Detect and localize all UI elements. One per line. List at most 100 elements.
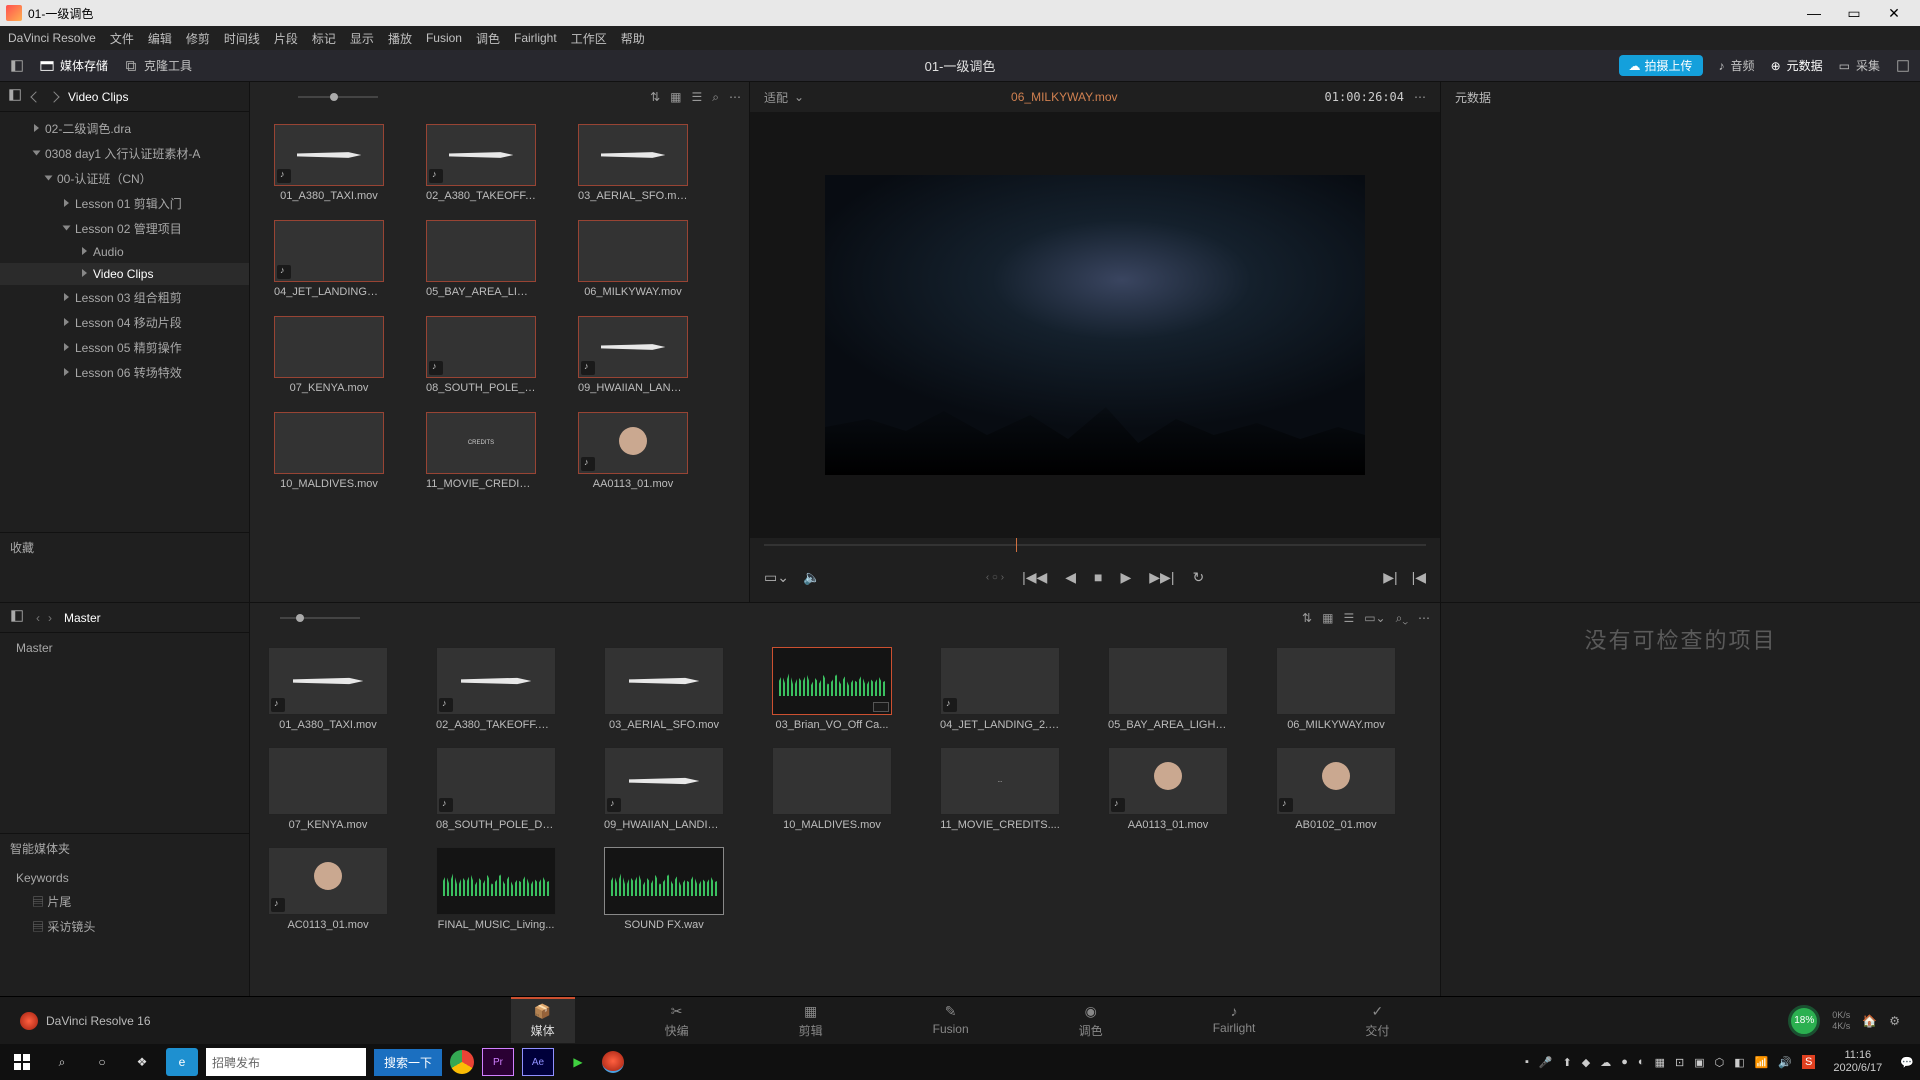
menu-帮助[interactable]: 帮助 <box>621 30 645 47</box>
fit-label[interactable]: 适配 <box>764 89 788 106</box>
play-button[interactable]: ▶ <box>1121 569 1132 586</box>
source-clip[interactable]: 07_KENYA.mov <box>274 316 384 394</box>
prev-frame-button[interactable]: ◀ <box>1065 569 1076 586</box>
master-clip[interactable]: 04_JET_LANDING_2.m... <box>940 647 1060 731</box>
forward-icon[interactable] <box>48 91 59 102</box>
clone-tool-button[interactable]: 克隆工具 <box>124 57 192 74</box>
folder-tree[interactable]: 02-二级调色.dra0308 day1 入行认证班素材-A00-认证班（CN）… <box>0 112 249 532</box>
tray-icon[interactable]: ▪ <box>1525 1056 1529 1068</box>
stop-button[interactable]: ■ <box>1094 569 1102 585</box>
tray-icon[interactable]: 🎤 <box>1539 1056 1553 1069</box>
play-icon[interactable]: ▶ <box>562 1048 594 1076</box>
tray-icon[interactable]: ▦ <box>1655 1056 1665 1069</box>
master-clip[interactable]: 10_MALDIVES.mov <box>772 747 892 831</box>
master-clip[interactable]: 03_Brian_VO_Off Ca... <box>772 647 892 731</box>
premiere-icon[interactable]: Pr <box>482 1048 514 1076</box>
source-clip[interactable]: 06_MILKYWAY.mov <box>578 220 688 298</box>
menu-编辑[interactable]: 编辑 <box>148 30 172 47</box>
taskbar-search-input[interactable]: 招聘发布 <box>206 1048 366 1076</box>
tray-icon[interactable]: ▣ <box>1694 1056 1704 1069</box>
media-storage-button[interactable]: 媒体存储 <box>40 57 108 74</box>
master-clip[interactable]: 02_A380_TAKEOFF.m... <box>436 647 556 731</box>
ie-icon[interactable]: e <box>166 1048 198 1076</box>
options-icon[interactable]: ⋯ <box>1418 611 1430 625</box>
menu-调色[interactable]: 调色 <box>476 30 500 47</box>
menu-显示[interactable]: 显示 <box>350 30 374 47</box>
first-frame-button[interactable]: |◀◀ <box>1022 569 1047 586</box>
list-view-icon[interactable]: ☰ <box>1343 611 1354 625</box>
jog-left-icon[interactable]: ‹ ○ › <box>986 572 1004 583</box>
search-icon[interactable]: ⌕ <box>712 90 719 105</box>
task-view-button[interactable]: ❖ <box>126 1048 158 1076</box>
tree-item[interactable]: Lesson 05 精剪操作 <box>0 335 249 360</box>
source-clip[interactable]: 08_SOUTH_POLE_DC... <box>426 316 536 394</box>
tree-item[interactable]: Audio <box>0 241 249 263</box>
mark-out-button[interactable]: ▶| <box>1383 569 1397 586</box>
master-clip[interactable]: 03_AERIAL_SFO.mov <box>604 647 724 731</box>
keywords-folder[interactable]: Keywords <box>10 867 239 889</box>
menu-标记[interactable]: 标记 <box>312 30 336 47</box>
bin-tree[interactable]: Master <box>0 633 249 833</box>
master-clip[interactable]: AC0113_01.mov <box>268 847 388 931</box>
layout-toggle[interactable] <box>10 59 24 73</box>
page-Fusion[interactable]: ✎Fusion <box>913 999 989 1043</box>
tray-icon[interactable]: ● <box>1621 1056 1628 1068</box>
list-view-icon[interactable]: ☰ <box>692 90 703 104</box>
source-clip-grid[interactable]: 01_A380_TAXI.mov02_A380_TAKEOFF.m...03_A… <box>250 112 749 602</box>
master-clip[interactable]: 09_HWAIIAN_LANDIN... <box>604 747 724 831</box>
menu-播放[interactable]: 播放 <box>388 30 412 47</box>
mark-in-button[interactable]: |◀ <box>1412 569 1426 586</box>
panel-toggle-icon[interactable] <box>8 88 22 105</box>
ime-icon[interactable]: S <box>1802 1055 1815 1069</box>
home-icon[interactable]: 🏠 <box>1862 1014 1877 1028</box>
keyword-item[interactable]: ▤ 采访镜头 <box>10 914 239 939</box>
keyword-item[interactable]: ▤ 片尾 <box>10 889 239 914</box>
tree-item[interactable]: Video Clips <box>0 263 249 285</box>
tree-item[interactable]: Lesson 03 组合粗剪 <box>0 285 249 310</box>
tray-icon[interactable]: ⬆ <box>1563 1056 1572 1069</box>
back-icon[interactable] <box>30 91 41 102</box>
source-clip[interactable]: 09_HWAIIAN_LANDIN... <box>578 316 688 394</box>
capture-button[interactable]: ▭采集 <box>1839 57 1880 74</box>
metadata-panel-button[interactable]: ⊕元数据 <box>1771 57 1823 74</box>
scrub-bar[interactable] <box>764 538 1426 552</box>
upload-button[interactable]: ☁ 拍摄上传 <box>1619 55 1703 76</box>
maximize-button[interactable]: ▭ <box>1834 5 1874 22</box>
master-clip[interactable]: 07_KENYA.mov <box>268 747 388 831</box>
page-剪辑[interactable]: ▦剪辑 <box>779 999 843 1043</box>
source-clip[interactable]: CREDITS11_MOVIE_CREDITS.... <box>426 412 536 490</box>
menu-片段[interactable]: 片段 <box>274 30 298 47</box>
source-clip[interactable]: 04_JET_LANDING_2.m... <box>274 220 384 298</box>
bin-forward-icon[interactable]: › <box>48 611 52 625</box>
tree-item[interactable]: Lesson 02 管理项目 <box>0 216 249 241</box>
tree-item[interactable]: Lesson 06 转场特效 <box>0 360 249 385</box>
source-clip[interactable]: 01_A380_TAXI.mov <box>274 124 384 202</box>
source-clip[interactable]: 10_MALDIVES.mov <box>274 412 384 490</box>
page-Fairlight[interactable]: ♪Fairlight <box>1193 999 1276 1043</box>
source-clip[interactable]: 05_BAY_AREA_LIGHT... <box>426 220 536 298</box>
match-frame-button[interactable]: ▭⌄ <box>764 569 789 586</box>
menu-DaVinci Resolve[interactable]: DaVinci Resolve <box>8 31 96 45</box>
master-clip[interactable]: SOUND FX.wav <box>604 847 724 931</box>
menu-工作区[interactable]: 工作区 <box>571 30 607 47</box>
tray-icon[interactable]: ◐ <box>1638 1056 1645 1068</box>
tree-item[interactable]: 02-二级调色.dra <box>0 116 249 141</box>
viewer-screen[interactable] <box>750 112 1440 538</box>
tree-item[interactable]: Lesson 01 剪辑入门 <box>0 191 249 216</box>
notifications-icon[interactable]: 💬 <box>1900 1056 1914 1069</box>
mute-button[interactable]: 🔈 <box>803 569 820 586</box>
bin-back-icon[interactable]: ‹ <box>36 611 40 625</box>
master-clip[interactable]: FINAL_MUSIC_Living... <box>436 847 556 931</box>
menu-Fusion[interactable]: Fusion <box>426 31 462 45</box>
master-clip[interactable]: 05_BAY_AREA_LIGHT... <box>1108 647 1228 731</box>
wifi-icon[interactable]: 📶 <box>1755 1056 1769 1069</box>
aftereffects-icon[interactable]: Ae <box>522 1048 554 1076</box>
options-icon[interactable]: ⋯ <box>729 90 741 104</box>
menu-文件[interactable]: 文件 <box>110 30 134 47</box>
source-clip[interactable]: 02_A380_TAKEOFF.m... <box>426 124 536 202</box>
master-clip[interactable]: AA0113_01.mov <box>1108 747 1228 831</box>
tray-icon[interactable]: ◧ <box>1734 1056 1744 1069</box>
source-clip[interactable]: AA0113_01.mov <box>578 412 688 490</box>
page-快编[interactable]: ✂快编 <box>645 999 709 1043</box>
taskbar-search-button[interactable]: 搜索一下 <box>374 1049 442 1076</box>
